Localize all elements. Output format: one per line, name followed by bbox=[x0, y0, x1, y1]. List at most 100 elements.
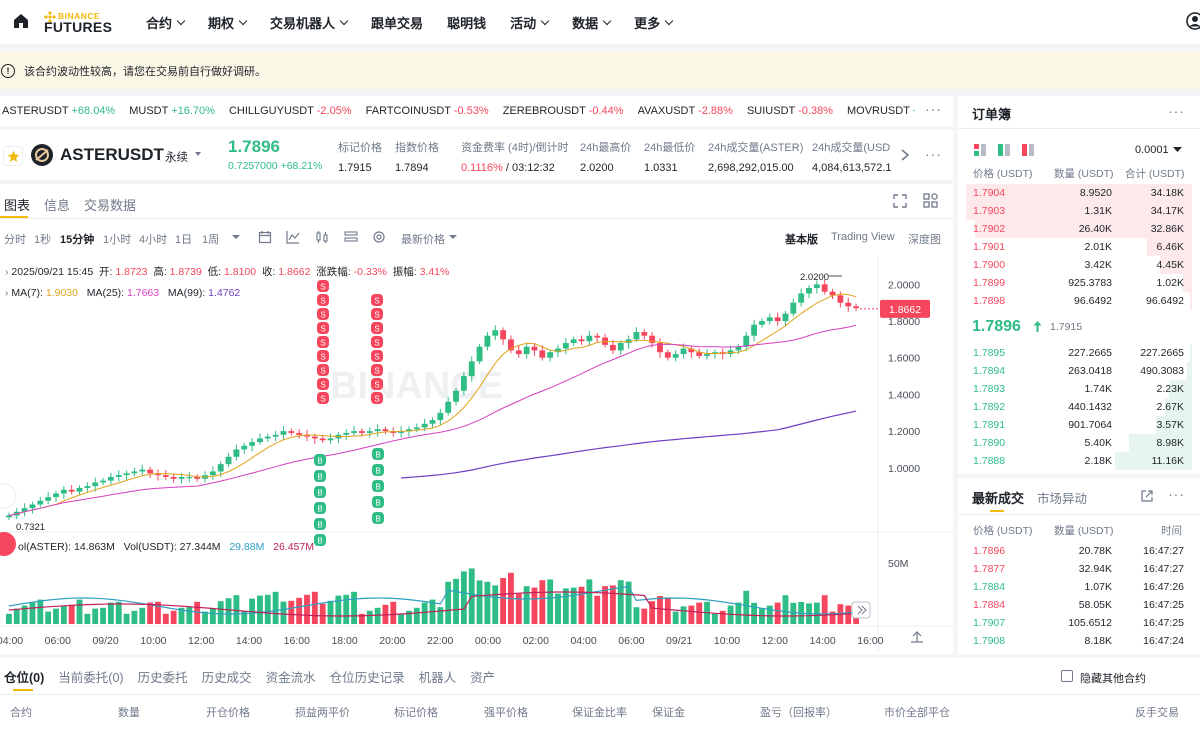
view-option[interactable]: 深度图 bbox=[908, 231, 941, 247]
buy-marker-label: B bbox=[317, 473, 322, 482]
nav-item-3[interactable]: 跟单交易 bbox=[371, 13, 423, 32]
candle-body bbox=[821, 284, 828, 292]
header-more-icon[interactable]: ··· bbox=[925, 146, 942, 162]
chart-tab[interactable]: 信息 bbox=[44, 195, 70, 214]
orderbook-ask-row[interactable]: 1.7900 3.42K 4.45K bbox=[966, 256, 1192, 274]
settings-gear-icon[interactable] bbox=[372, 230, 386, 244]
orderbook-both-view-icon[interactable] bbox=[974, 144, 986, 156]
ticker-item[interactable]: CHILLGUYUSDT -2.05% bbox=[229, 105, 352, 117]
ticker-symbol: SUIUSDT bbox=[746, 105, 796, 117]
contract-type[interactable]: 永续 bbox=[165, 149, 188, 165]
positions-column-header[interactable]: 市价全部平仓 bbox=[884, 704, 950, 720]
chart-tab[interactable]: 图表 bbox=[4, 195, 30, 214]
orderbook-ask-row[interactable]: 1.7902 26.40K 32.86K bbox=[966, 220, 1192, 238]
indicator-icon[interactable] bbox=[286, 230, 300, 244]
fullscreen-icon[interactable] bbox=[892, 193, 908, 209]
orderbook-bid-row[interactable]: 1.7890 5.40K 8.98K bbox=[966, 434, 1192, 452]
ticker-item[interactable]: AVAXUSDT -2.88% bbox=[638, 105, 733, 117]
chevron-down-icon bbox=[176, 16, 186, 25]
orderbook-ask-row[interactable]: 1.7904 8.9520 34.18K bbox=[966, 184, 1192, 202]
tab-market-movers[interactable]: 市场异动 bbox=[1037, 488, 1087, 507]
scroll-right-button[interactable] bbox=[851, 601, 871, 619]
positions-tab[interactable]: 历史成交 bbox=[202, 667, 252, 686]
view-option[interactable]: Trading View bbox=[831, 231, 895, 243]
alert-icon[interactable] bbox=[0, 532, 16, 556]
orderbook-bid-row[interactable]: 1.7894 263.0418 490.3083 bbox=[966, 362, 1192, 380]
user-profile-icon[interactable] bbox=[1186, 12, 1200, 30]
interval-option[interactable]: 4小时 bbox=[139, 231, 167, 247]
orderbook-asks-view-icon[interactable] bbox=[1022, 144, 1034, 156]
orderbook-more-icon[interactable]: ··· bbox=[1168, 103, 1185, 119]
nav-item-4[interactable]: 聪明钱 bbox=[447, 13, 486, 32]
chevron-right-icon[interactable] bbox=[900, 148, 910, 162]
symbol-dropdown-icon[interactable] bbox=[195, 152, 201, 156]
candle-type-icon[interactable] bbox=[315, 230, 329, 244]
interval-option[interactable]: 1日 bbox=[175, 231, 192, 247]
ticker-item[interactable]: MUSDT +16.70% bbox=[129, 105, 215, 117]
positions-tab[interactable]: 仓位(0) bbox=[4, 667, 44, 686]
hide-other-checkbox[interactable] bbox=[1061, 670, 1073, 682]
interval-option[interactable]: 1小时 bbox=[103, 231, 131, 247]
precision-dropdown-icon[interactable] bbox=[1173, 146, 1182, 153]
chart-tab[interactable]: 交易数据 bbox=[84, 195, 136, 214]
positions-column-header[interactable]: 反手交易 bbox=[1135, 704, 1179, 720]
nav-item-6[interactable]: 数据 bbox=[572, 13, 612, 32]
binance-futures-logo[interactable]: BINANCE FUTURES bbox=[44, 10, 130, 35]
positions-tab[interactable]: 资产 bbox=[470, 667, 495, 686]
positions-tab[interactable]: 历史委托 bbox=[138, 667, 188, 686]
price-type-selector[interactable]: 最新价格 bbox=[401, 231, 445, 247]
ticker-item[interactable]: MOVRUSDT +4.4 bbox=[847, 105, 915, 117]
nav-item-7[interactable]: 更多 bbox=[634, 13, 674, 32]
positions-tab[interactable]: 资金流水 bbox=[266, 667, 316, 686]
orderbook-bid-row[interactable]: 1.7892 440.1432 2.67K bbox=[966, 398, 1192, 416]
positions-tab[interactable]: 仓位历史记录 bbox=[330, 667, 405, 686]
nav-item-1[interactable]: 期权 bbox=[208, 13, 248, 32]
interval-option[interactable]: 分时 bbox=[4, 231, 26, 247]
ticker-item[interactable]: ZEREBROUSDT -0.44% bbox=[503, 105, 624, 117]
tab-latest-trades[interactable]: 最新成交 bbox=[972, 488, 1024, 507]
trades-more-icon[interactable]: ··· bbox=[1168, 486, 1185, 502]
precision-selector[interactable]: 0.0001 bbox=[1135, 144, 1169, 156]
hide-other-label[interactable]: 隐藏其他合约 bbox=[1080, 670, 1146, 686]
interval-option[interactable]: 15分钟 bbox=[60, 231, 94, 247]
popout-icon[interactable] bbox=[1140, 489, 1154, 503]
stat-value: 2,698,292,015.00 bbox=[708, 162, 803, 174]
chart-settings-list-icon[interactable] bbox=[344, 230, 358, 244]
ticker-symbol: CHILLGUYUSDT bbox=[228, 105, 314, 117]
nav-item-0[interactable]: 合约 bbox=[146, 13, 186, 32]
orderbook-ask-row[interactable]: 1.7899 925.3783 1.02K bbox=[966, 274, 1192, 292]
interval-option[interactable]: 1周 bbox=[202, 231, 219, 247]
candle-body bbox=[358, 431, 365, 433]
orderbook-ask-row[interactable]: 1.7901 2.01K 6.46K bbox=[966, 238, 1192, 256]
orderbook-bids-view-icon[interactable] bbox=[998, 144, 1010, 156]
price-type-dropdown-icon[interactable] bbox=[448, 234, 458, 242]
orderbook-mid-price: 1.7896 bbox=[972, 318, 1021, 335]
reset-axis-icon[interactable] bbox=[911, 631, 923, 643]
orderbook-bid-row[interactable]: 1.7891 901.7064 3.57K bbox=[966, 416, 1192, 434]
positions-tab[interactable]: 当前委托(0) bbox=[58, 667, 123, 686]
ticker-item[interactable]: ASTERUSDT +68.04% bbox=[2, 105, 115, 117]
top-nav: BINANCE FUTURES 合约 期权 交易机器人 跟单交易 聪明钱 活动 数据 更多 bbox=[0, 0, 1200, 44]
positions-tab[interactable]: 机器人 bbox=[419, 667, 457, 686]
ticker-item[interactable]: SUIUSDT -0.38% bbox=[747, 105, 833, 117]
orderbook-ask-row[interactable]: 1.7903 1.31K 34.17K bbox=[966, 202, 1192, 220]
nav-item-5[interactable]: 活动 bbox=[510, 13, 550, 32]
interval-option[interactable]: 1秒 bbox=[34, 231, 51, 247]
nav-item-2[interactable]: 交易机器人 bbox=[270, 13, 349, 32]
more-tickers-icon[interactable]: ··· bbox=[925, 101, 942, 117]
interval-dropdown-icon[interactable] bbox=[231, 234, 241, 242]
orderbook-ask-row[interactable]: 1.7898 96.6492 96.6492 bbox=[966, 292, 1192, 310]
orderbook-bid-row[interactable]: 1.7888 2.18K 11.16K bbox=[966, 452, 1192, 470]
price-chart[interactable]: BINANCE2.00001.80001.60001.40001.20001.0… bbox=[0, 256, 953, 652]
orderbook-bid-row[interactable]: 1.7895 227.2665 227.2665 bbox=[966, 344, 1192, 362]
layout-icon[interactable] bbox=[922, 192, 939, 209]
calendar-icon[interactable] bbox=[258, 230, 272, 244]
home-icon[interactable] bbox=[12, 12, 30, 30]
drawing-tools-icon[interactable] bbox=[0, 483, 17, 509]
favorite-star-icon[interactable] bbox=[3, 146, 23, 166]
ticker-item[interactable]: FARTCOINUSDT -0.53% bbox=[366, 105, 489, 117]
symbol-name[interactable]: ASTERUSDT bbox=[60, 145, 164, 165]
chevron-down-icon bbox=[238, 16, 248, 25]
orderbook-bid-row[interactable]: 1.7893 1.74K 2.23K bbox=[966, 380, 1192, 398]
view-option[interactable]: 基本版 bbox=[785, 231, 818, 247]
